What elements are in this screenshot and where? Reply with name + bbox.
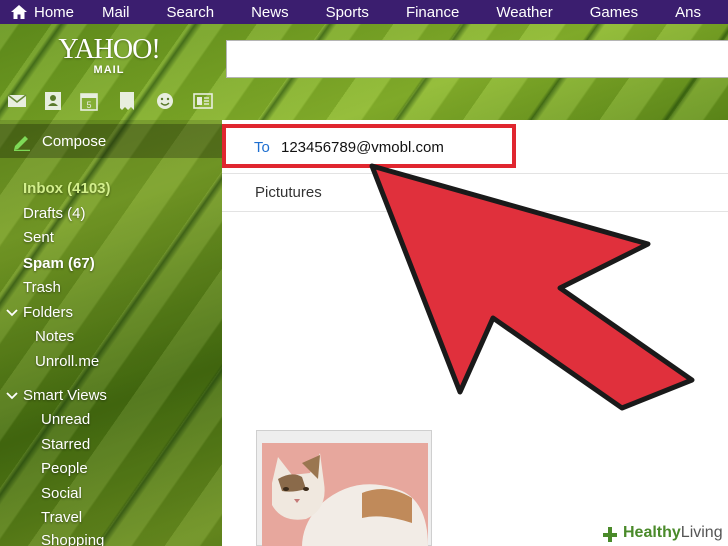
nav-weather[interactable]: Weather: [496, 4, 552, 21]
nav-news[interactable]: News: [251, 4, 289, 21]
nav-finance[interactable]: Finance: [406, 4, 459, 21]
to-row: To 123456789@vmobl.com: [222, 120, 728, 174]
home-icon: [11, 5, 27, 19]
sidebar-item-starred[interactable]: Starred: [41, 436, 90, 453]
cat-photo: [262, 443, 428, 546]
watermark-bold: Healthy: [623, 524, 681, 541]
nav-games[interactable]: Games: [590, 4, 638, 21]
yahoo-mail-logo[interactable]: YAHOO! MAIL: [54, 34, 164, 77]
compose-button[interactable]: Compose: [0, 124, 222, 158]
nav-search[interactable]: Search: [167, 4, 215, 21]
sidebar-item-inbox[interactable]: Inbox (4103): [23, 180, 111, 197]
logo-wordmark: YAHOO!: [58, 34, 160, 65]
sidebar-item-notes[interactable]: Notes: [35, 328, 74, 345]
sidebar-item-unread[interactable]: Unread: [41, 411, 90, 428]
to-label: To: [254, 139, 270, 156]
calendar-day: 5: [86, 100, 91, 110]
sidebar-item-drafts[interactable]: Drafts (4): [23, 205, 86, 222]
mail-icon[interactable]: [6, 90, 28, 112]
chevron-down-icon[interactable]: [6, 391, 18, 401]
nav-answers[interactable]: Ans: [675, 4, 701, 21]
contacts-icon[interactable]: [42, 90, 64, 112]
sidebar-item-travel[interactable]: Travel: [41, 509, 82, 526]
subject-row: Pictutures: [222, 174, 728, 212]
sidebar-item-people[interactable]: People: [41, 460, 88, 477]
logo-subtitle: MAIL: [93, 64, 125, 76]
watermark-rest: Living: [680, 524, 723, 541]
sidebar-item-shopping[interactable]: Shopping: [41, 532, 104, 546]
pencil-icon: [14, 136, 30, 151]
top-nav-bar: Home Mail Search News Sports Finance Wea…: [0, 0, 728, 24]
to-field[interactable]: 123456789@vmobl.com: [281, 139, 444, 156]
subject-field[interactable]: Pictutures: [255, 184, 322, 201]
sidebar-folders-header[interactable]: Folders: [23, 304, 73, 321]
search-input[interactable]: [226, 40, 728, 78]
sidebar-item-social[interactable]: Social: [41, 485, 82, 502]
nav-home-label: Home: [34, 3, 75, 21]
compose-label: Compose: [42, 132, 107, 150]
sidebar-item-trash[interactable]: Trash: [23, 279, 61, 296]
notepad-icon[interactable]: [116, 90, 138, 112]
nav-home[interactable]: Home: [10, 4, 74, 21]
chevron-down-icon[interactable]: [6, 308, 18, 318]
sidebar-smart-views-header[interactable]: Smart Views: [23, 387, 107, 404]
nav-sports[interactable]: Sports: [326, 4, 369, 21]
sidebar-item-unroll-me[interactable]: Unroll.me: [35, 353, 99, 370]
calendar-icon[interactable]: 5: [78, 90, 100, 112]
leaf-logo-icon: [603, 527, 617, 542]
messenger-icon[interactable]: [154, 90, 176, 112]
healthy-living-watermark: Healthy Living: [596, 520, 728, 546]
cat-image: [262, 443, 428, 546]
attachment-thumbnail[interactable]: [256, 430, 432, 546]
newsfeed-icon[interactable]: [192, 90, 214, 112]
sidebar-item-spam[interactable]: Spam (67): [23, 255, 95, 272]
sidebar-item-sent[interactable]: Sent: [23, 229, 54, 246]
nav-mail[interactable]: Mail: [102, 4, 130, 21]
